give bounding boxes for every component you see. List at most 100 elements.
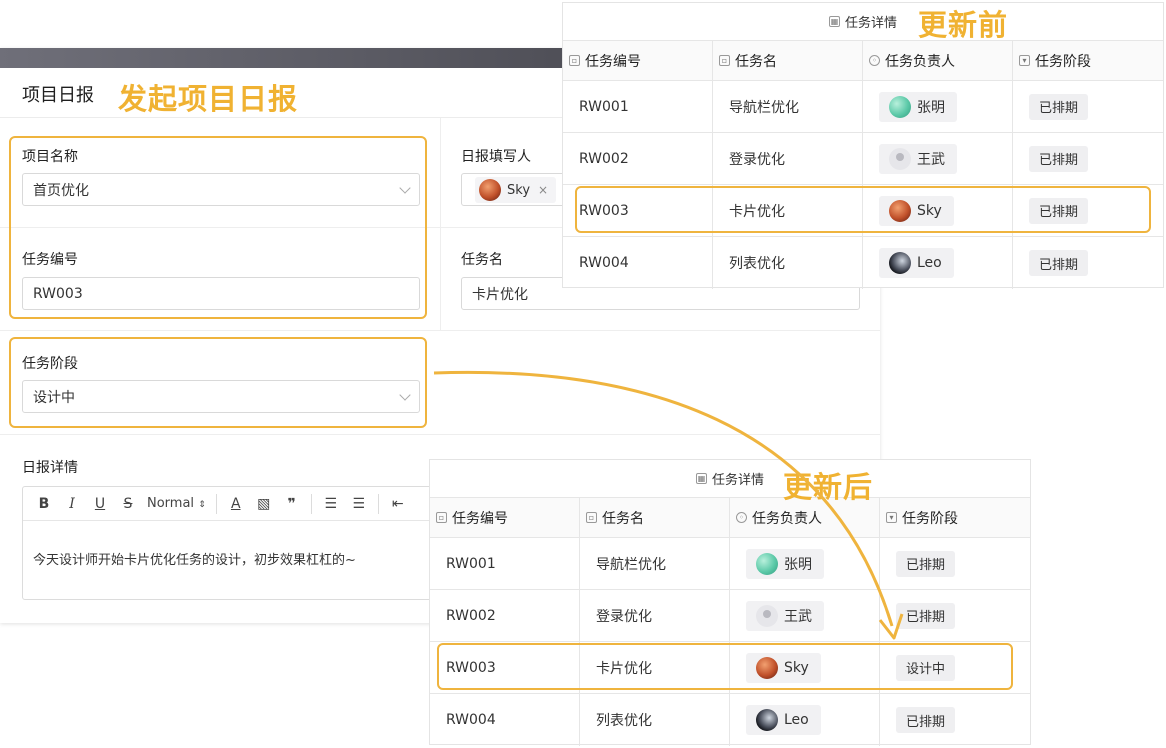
task-id-cell: RW001 <box>563 81 713 132</box>
task-name-cell: 登录优化 <box>713 133 863 184</box>
owner-name: Sky <box>917 202 942 219</box>
stage-cell: 已排期 <box>880 538 1030 589</box>
stage-cell: 已排期 <box>1013 133 1163 184</box>
task-name-cell: 卡片优化 <box>713 185 863 236</box>
toolbar-separator <box>310 493 312 514</box>
close-icon[interactable]: × <box>538 183 548 197</box>
owner-name: 张明 <box>784 556 812 573</box>
avatar <box>889 199 911 222</box>
table-title-text: 任务详情 <box>844 16 897 31</box>
table-row[interactable]: RW002 登录优化 王武 已排期 <box>563 133 1163 185</box>
text-color-icon[interactable]: A <box>227 496 245 512</box>
format-select[interactable]: Normal ⇕ <box>147 496 206 511</box>
column-header: ◦ 任务负责人 <box>863 41 1013 80</box>
task-name-cell: 导航栏优化 <box>713 81 863 132</box>
avatar <box>756 604 778 627</box>
table-row[interactable]: RW003 卡片优化 Sky 设计中 <box>430 642 1030 694</box>
stage-cell: 已排期 <box>880 590 1030 641</box>
format-value: Normal <box>147 496 195 511</box>
avatar <box>889 252 911 274</box>
owner-name: Leo <box>784 712 809 728</box>
task-stage-value: 设计中 <box>33 389 75 406</box>
column-label: 任务负责人 <box>752 510 822 527</box>
avatar <box>756 552 778 575</box>
owner-cell: 张明 <box>730 538 880 589</box>
project-name-select[interactable]: 首页优化 <box>22 173 420 206</box>
stage-cell: 设计中 <box>880 642 1030 693</box>
owner-name: 王武 <box>917 151 945 168</box>
owner-pill: Leo <box>746 705 821 735</box>
status-badge: 已排期 <box>1029 93 1089 120</box>
task-name-cell: 卡片优化 <box>580 642 730 693</box>
table-header: ▫ 任务编号 ▫ 任务名 ◦ 任务负责人 ▾ 任务阶段 <box>563 41 1163 81</box>
task-id-cell: RW004 <box>563 237 713 289</box>
bullet-list-icon[interactable]: ☰ <box>350 496 368 512</box>
table-row[interactable]: RW002 登录优化 王武 已排期 <box>430 590 1030 642</box>
outdent-icon[interactable]: ⇤ <box>389 496 407 512</box>
status-badge: 已排期 <box>1029 145 1089 172</box>
stage-cell: 已排期 <box>1013 185 1163 236</box>
table-row[interactable]: RW003 卡片优化 Sky 已排期 <box>563 185 1163 237</box>
details-editor: B I U S Normal ⇕ A ▧ ❞ ☰ ☰ ⇤ 今天设计师开始卡片优化… <box>22 486 442 600</box>
task-id-cell: RW004 <box>430 694 580 746</box>
editor-content[interactable]: 今天设计师开始卡片优化任务的设计，初步效果杠杠的~ <box>23 521 441 568</box>
chevron-down-icon <box>399 182 411 194</box>
owner-cell: Leo <box>863 237 1013 289</box>
avatar <box>756 709 778 731</box>
user-icon: ◦ <box>736 512 747 523</box>
task-name-cell: 列表优化 <box>713 237 863 289</box>
project-name-value: 首页优化 <box>33 182 89 199</box>
image-icon: ▫ <box>436 512 447 523</box>
avatar <box>756 656 778 679</box>
table-title: ▦ 任务详情 <box>430 460 1030 498</box>
owner-pill: 王武 <box>879 143 957 174</box>
reporter-label: 日报填写人 <box>461 149 531 165</box>
table-row[interactable]: RW004 列表优化 Leo 已排期 <box>563 237 1163 289</box>
owner-name: 王武 <box>784 608 812 625</box>
project-name-label: 项目名称 <box>22 149 78 165</box>
task-name-cell: 导航栏优化 <box>580 538 730 589</box>
owner-pill: 王武 <box>746 600 824 631</box>
column-header: ▾ 任务阶段 <box>1013 41 1163 80</box>
status-badge: 已排期 <box>1029 250 1089 276</box>
background-color-icon[interactable]: ▧ <box>255 496 273 512</box>
strikethrough-button[interactable]: S <box>119 496 137 512</box>
table-row[interactable]: RW001 导航栏优化 张明 已排期 <box>430 538 1030 590</box>
column-label: 任务编号 <box>452 510 508 527</box>
column-header: ▫ 任务编号 <box>563 41 713 80</box>
callout-after: 更新后 <box>783 470 874 504</box>
toolbar-separator <box>215 493 217 514</box>
owner-name: Sky <box>784 659 809 676</box>
ordered-list-icon[interactable]: ☰ <box>322 496 340 512</box>
table-title-text: 任务详情 <box>711 473 764 488</box>
details-label: 日报详情 <box>22 460 78 476</box>
status-badge: 已排期 <box>896 550 956 577</box>
reporter-name: Sky <box>507 182 531 198</box>
task-id-cell: RW002 <box>563 133 713 184</box>
bold-button[interactable]: B <box>35 496 53 512</box>
avatar <box>479 179 501 201</box>
italic-button[interactable]: I <box>63 496 81 512</box>
image-icon: ▫ <box>719 55 730 66</box>
owner-cell: 王武 <box>730 590 880 641</box>
column-label: 任务编号 <box>585 53 641 70</box>
owner-cell: Sky <box>730 642 880 693</box>
task-id-cell: RW002 <box>430 590 580 641</box>
underline-button[interactable]: U <box>91 496 109 512</box>
table-row[interactable]: RW001 导航栏优化 张明 已排期 <box>563 81 1163 133</box>
task-id-input[interactable]: RW003 <box>22 277 420 310</box>
table-icon: ▦ <box>695 473 707 484</box>
avatar <box>889 147 911 170</box>
quote-icon[interactable]: ❞ <box>283 496 301 512</box>
editor-toolbar: B I U S Normal ⇕ A ▧ ❞ ☰ ☰ ⇤ <box>23 487 441 521</box>
task-stage-select[interactable]: 设计中 <box>22 380 420 413</box>
status-badge: 设计中 <box>896 654 956 681</box>
owner-cell: 张明 <box>863 81 1013 132</box>
owner-pill: Sky <box>746 652 821 683</box>
avatar <box>889 95 911 118</box>
chevron-down-icon <box>399 389 411 401</box>
column-label: 任务阶段 <box>1035 53 1091 70</box>
task-id-cell: RW001 <box>430 538 580 589</box>
table-row[interactable]: RW004 列表优化 Leo 已排期 <box>430 694 1030 746</box>
task-name-cell: 列表优化 <box>580 694 730 746</box>
